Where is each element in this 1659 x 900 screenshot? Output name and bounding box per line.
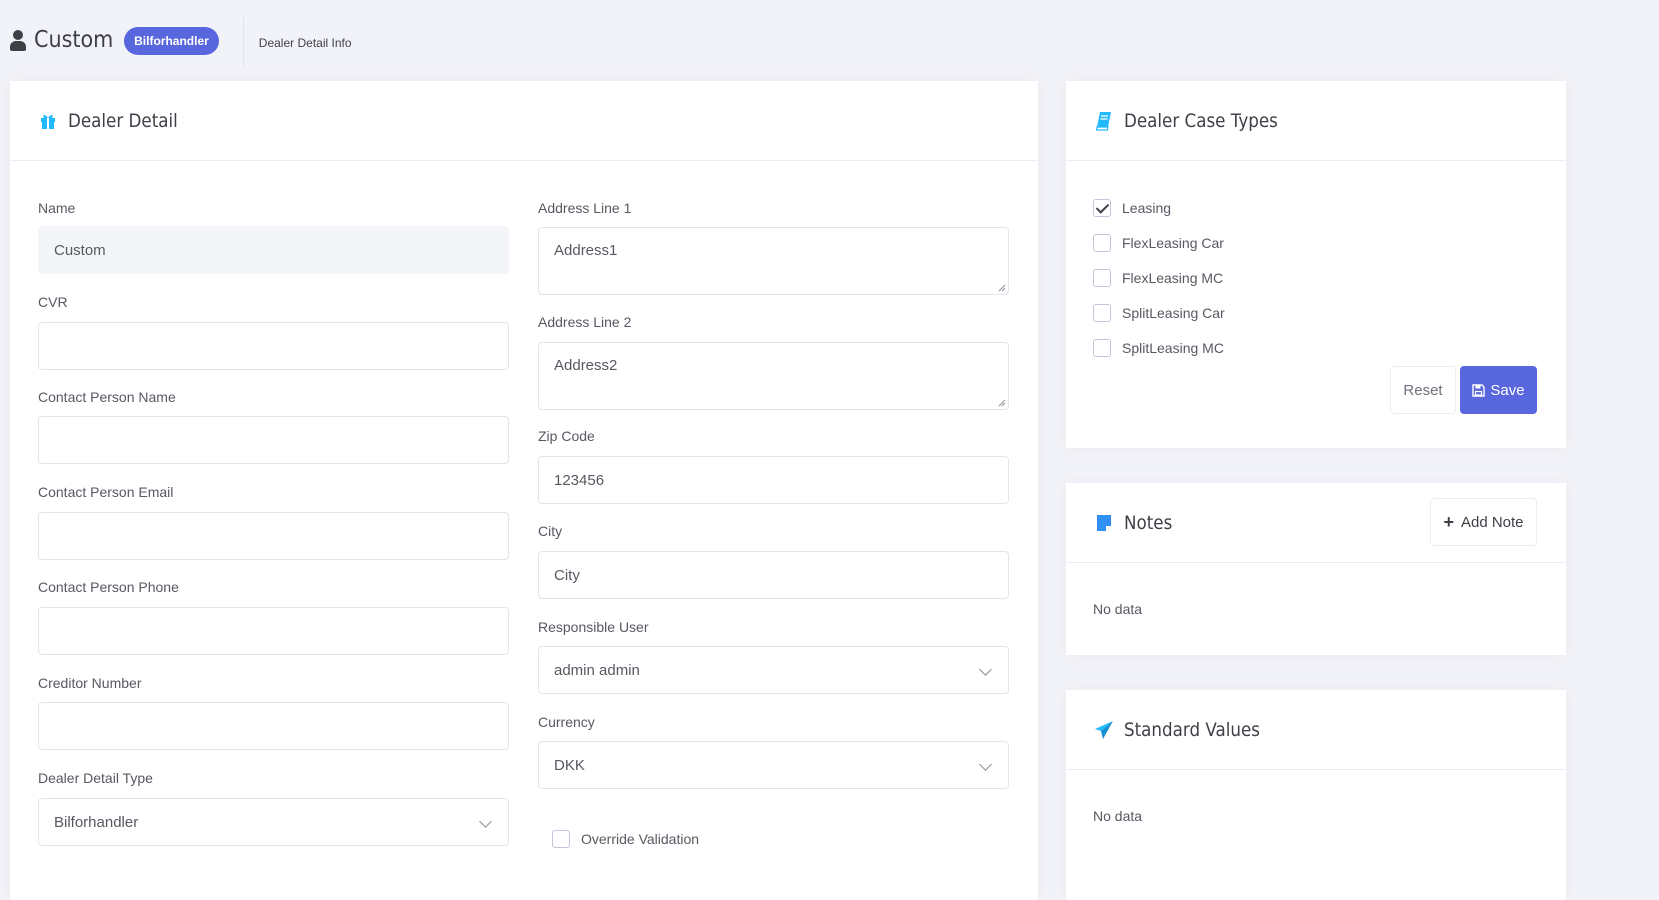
currency-value: DKK <box>554 756 585 774</box>
contact-person-email-label: Contact Person Email <box>38 484 174 500</box>
name-label: Name <box>38 200 76 216</box>
save-icon <box>1472 383 1486 397</box>
case-type-splitleasing-mc-checkbox[interactable] <box>1093 339 1111 357</box>
header-divider <box>242 17 244 69</box>
city-field[interactable]: City <box>538 551 1009 599</box>
plus-icon: + <box>1443 511 1454 532</box>
creditor-number-field[interactable] <box>38 702 509 750</box>
case-type-flexleasing-mc-label: FlexLeasing MC <box>1122 270 1224 286</box>
chevron-down-icon <box>979 758 992 771</box>
responsible-user-value: admin admin <box>554 661 640 679</box>
zip-code-field[interactable]: 123456 <box>538 456 1009 504</box>
dealer-detail-type-select[interactable]: Bilforhandler <box>38 798 509 846</box>
notes-header: Notes + Add Note <box>1066 483 1566 563</box>
save-label: Save <box>1490 381 1525 399</box>
dealer-detail-type-label: Dealer Detail Type <box>38 770 153 786</box>
standard-values-header: Standard Values <box>1066 690 1566 770</box>
contact-person-phone-field[interactable] <box>38 607 509 655</box>
notes-empty-text: No data <box>1093 601 1143 617</box>
save-button[interactable]: Save <box>1460 366 1537 414</box>
contact-person-email-field[interactable] <box>38 512 509 560</box>
dealer-case-types-panel: Dealer Case Types Leasing FlexLeasing Ca… <box>1066 81 1566 448</box>
resize-grip-icon[interactable] <box>998 284 1006 292</box>
case-type-flexleasing-car-checkbox[interactable] <box>1093 234 1111 252</box>
case-type-splitleasing-car-label: SplitLeasing Car <box>1122 305 1225 321</box>
dealer-detail-title: Dealer Detail <box>68 109 178 132</box>
resize-grip-icon[interactable] <box>998 399 1006 407</box>
case-type-leasing-label: Leasing <box>1122 200 1172 216</box>
paper-plane-icon <box>1094 720 1114 740</box>
case-type-splitleasing-car-checkbox[interactable] <box>1093 304 1111 322</box>
note-icon <box>1094 513 1114 533</box>
address-line-1-value: Address1 <box>554 242 618 259</box>
page-title: Custom <box>34 27 114 53</box>
case-type-leasing-checkbox[interactable] <box>1093 199 1111 217</box>
address-line-2-label: Address Line 2 <box>538 314 632 330</box>
zip-code-label: Zip Code <box>538 428 595 444</box>
address-line-2-field[interactable]: Address2 <box>538 342 1009 410</box>
standard-values-empty-text: No data <box>1093 808 1143 824</box>
dealer-detail-header: Dealer Detail <box>10 81 1038 161</box>
book-icon <box>1094 111 1114 131</box>
currency-select[interactable]: DKK <box>538 741 1009 789</box>
address-line-1-field[interactable]: Address1 <box>538 227 1009 295</box>
chevron-down-icon <box>979 663 992 676</box>
standard-values-panel: Standard Values No data <box>1066 690 1566 900</box>
responsible-user-label: Responsible User <box>538 619 649 635</box>
city-label: City <box>538 523 563 539</box>
cvr-label: CVR <box>38 294 68 310</box>
breadcrumb[interactable]: Dealer Detail Info <box>259 36 352 50</box>
currency-label: Currency <box>538 714 595 730</box>
standard-values-title: Standard Values <box>1124 718 1261 741</box>
contact-person-phone-label: Contact Person Phone <box>38 579 179 595</box>
case-type-flexleasing-car-label: FlexLeasing Car <box>1122 235 1224 251</box>
notes-panel: Notes + Add Note No data <box>1066 483 1566 655</box>
address-line-2-value: Address2 <box>554 357 618 374</box>
dealer-case-types-header: Dealer Case Types <box>1066 81 1566 161</box>
name-field: Custom <box>38 226 509 274</box>
responsible-user-select[interactable]: admin admin <box>538 646 1009 694</box>
contact-person-name-label: Contact Person Name <box>38 389 176 405</box>
dealer-detail-type-value: Bilforhandler <box>54 813 139 831</box>
case-type-flexleasing-mc-checkbox[interactable] <box>1093 269 1111 287</box>
address-line-1-label: Address Line 1 <box>538 200 632 216</box>
override-validation-label: Override Validation <box>581 831 700 847</box>
dealer-case-types-title: Dealer Case Types <box>1124 109 1278 132</box>
case-type-splitleasing-mc-label: SplitLeasing MC <box>1122 340 1224 356</box>
contact-person-name-field[interactable] <box>38 416 509 464</box>
notes-title: Notes <box>1124 511 1173 534</box>
override-validation-checkbox[interactable] <box>552 830 570 848</box>
gift-icon <box>38 111 58 131</box>
creditor-number-label: Creditor Number <box>38 675 142 691</box>
reset-button[interactable]: Reset <box>1390 366 1456 414</box>
dealer-detail-panel: Dealer Detail Name Custom CVR Contact Pe… <box>10 81 1038 900</box>
dealer-type-badge: Bilforhandler <box>124 27 219 55</box>
add-note-button[interactable]: + Add Note <box>1430 498 1537 546</box>
add-note-label: Add Note <box>1460 513 1524 531</box>
chevron-down-icon <box>479 815 492 828</box>
cvr-field[interactable] <box>38 322 509 370</box>
page-header: Custom Bilforhandler Dealer Detail Info <box>0 0 1659 86</box>
user-icon <box>10 30 26 52</box>
